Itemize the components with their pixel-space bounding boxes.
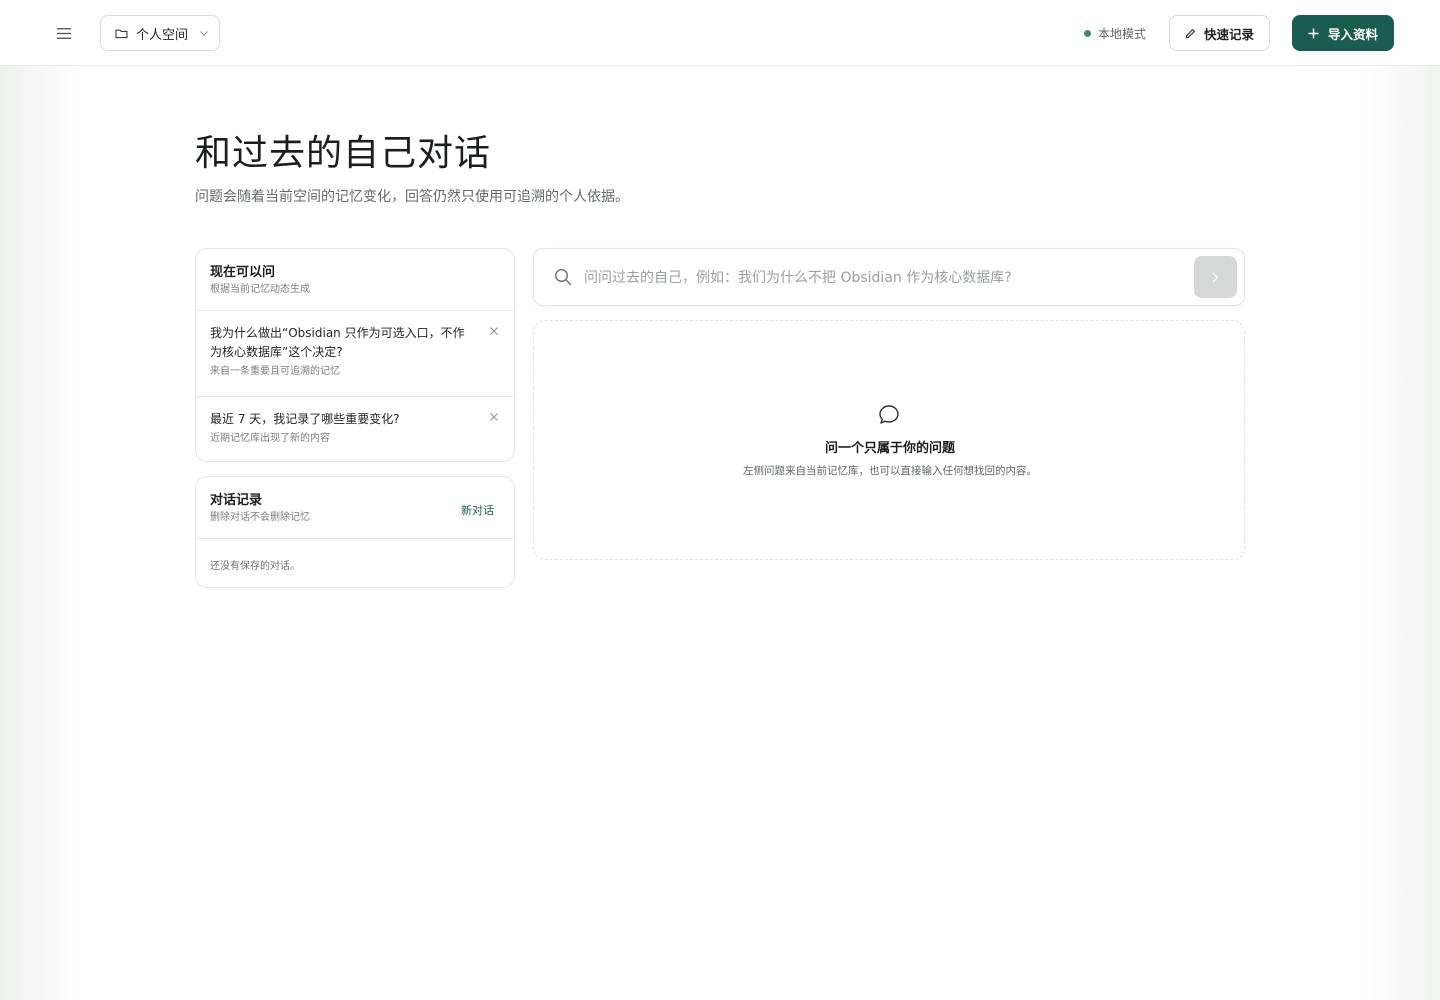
close-icon: [490, 327, 498, 335]
suggested-question-text: 最近 7 天，我记录了哪些重要变化?: [210, 412, 400, 426]
chat-history-empty: 还没有保存的对话。: [210, 561, 300, 572]
chat-history-title: 对话记录: [210, 493, 263, 508]
search-input[interactable]: [584, 259, 1184, 297]
suggested-questions-subtitle: 根据当前记忆动态生成: [210, 284, 310, 295]
status-dot: [1084, 29, 1091, 37]
empty-state-description: 左侧问题来自当前记忆库，也可以直接输入任何想找回的内容。: [743, 465, 1037, 477]
chat-history-header: 对话记录 删除对话不会删除记忆 新对话: [196, 477, 514, 539]
quick-note-button[interactable]: 快速记录: [1169, 15, 1270, 51]
mode-status: 本地模式: [1084, 24, 1146, 42]
import-button[interactable]: 导入资料: [1292, 15, 1394, 51]
chevron-down-icon: [200, 30, 208, 36]
chat-history-subtitle: 删除对话不会删除记忆: [210, 512, 310, 523]
plus-icon: [1308, 28, 1319, 38]
quick-note-label: 快速记录: [1203, 26, 1254, 42]
empty-state-title: 问一个只属于你的问题: [824, 441, 955, 456]
page-subtitle: 问题会随着当前空间的记忆变化，回答仍然只使用可追溯的个人依据。: [195, 189, 629, 205]
import-label: 导入资料: [1327, 26, 1378, 42]
search-bar: [533, 248, 1245, 306]
search-icon: [554, 268, 572, 286]
space-selector[interactable]: 个人空间: [100, 15, 220, 51]
chat-bubble-icon: [879, 405, 899, 424]
space-selector-value: 个人空间: [136, 27, 189, 43]
suggested-questions-card: 现在可以问 根据当前记忆动态生成 我为什么做出“Obsidian 只作为可选入口…: [195, 248, 515, 462]
suggested-question-source: 来自一条重要且可追溯的记忆: [210, 366, 340, 377]
send-button[interactable]: [1194, 256, 1237, 298]
suggested-question-text: 我为什么做出“Obsidian 只作为可选入口，不作为核心数据库”这个决定?: [210, 326, 465, 359]
suggested-question-source: 近期记忆库出现了新的内容: [210, 433, 330, 444]
chat-history-card: 对话记录 删除对话不会删除记忆 新对话 还没有保存的对话。: [195, 476, 515, 588]
suggested-question-item[interactable]: 最近 7 天，我记录了哪些重要变化? 近期记忆库出现了新的内容: [196, 397, 514, 461]
hamburger-menu-icon: [57, 27, 71, 39]
chevron-right-icon: [1212, 272, 1219, 282]
dismiss-question-button[interactable]: [488, 411, 500, 423]
top-bar: 个人空间 本地模式 快速记录 导入资料: [0, 0, 1440, 66]
suggested-questions-header: 现在可以问 根据当前记忆动态生成: [196, 249, 514, 311]
left-edge-shade: [0, 66, 80, 1000]
right-edge-shade: [1360, 66, 1440, 1000]
folder-icon: [115, 29, 128, 38]
page-title: 和过去的自己对话: [195, 133, 492, 174]
dismiss-question-button[interactable]: [488, 325, 500, 337]
answer-panel: 问一个只属于你的问题 左侧问题来自当前记忆库，也可以直接输入任何想找回的内容。: [533, 320, 1245, 560]
pencil-icon: [1185, 28, 1195, 38]
close-icon: [490, 413, 498, 421]
menu-button[interactable]: [50, 19, 78, 47]
suggested-questions-title: 现在可以问: [210, 265, 276, 280]
mode-status-label: 本地模式: [1098, 26, 1147, 41]
suggested-question-item[interactable]: 我为什么做出“Obsidian 只作为可选入口，不作为核心数据库”这个决定? 来…: [196, 311, 514, 397]
new-chat-button[interactable]: 新对话: [461, 502, 494, 518]
